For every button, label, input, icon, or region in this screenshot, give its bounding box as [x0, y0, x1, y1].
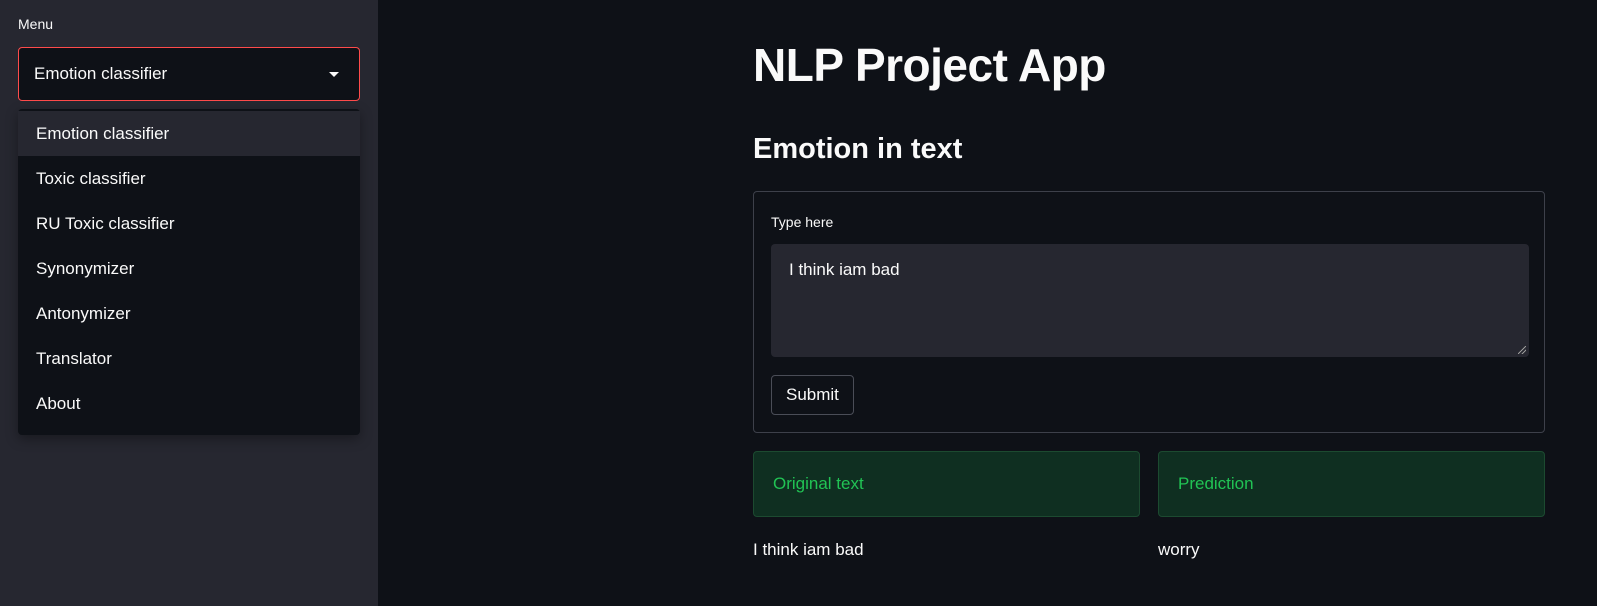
- submit-button[interactable]: Submit: [771, 375, 854, 415]
- original-text-value: I think iam bad: [753, 540, 864, 559]
- sidebar: Menu Emotion classifier Emotion classifi…: [0, 0, 378, 606]
- original-text-header: Original text: [753, 451, 1140, 517]
- text-input-area[interactable]: I think iam bad: [771, 244, 1529, 357]
- menu-select-value: Emotion classifier: [34, 64, 168, 83]
- text-form: Type here I think iam bad Submit: [753, 191, 1545, 433]
- dropdown-option-toxic-classifier[interactable]: Toxic classifier: [18, 156, 360, 201]
- prediction-value: worry: [1158, 540, 1200, 559]
- menu-dropdown: Emotion classifier Toxic classifier RU T…: [18, 109, 360, 435]
- text-input-value: I think iam bad: [789, 260, 900, 279]
- text-field-label: Type here: [771, 214, 834, 230]
- menu-label: Menu: [18, 16, 54, 32]
- section-subheader: Emotion in text: [753, 133, 963, 165]
- chevron-down-icon[interactable]: [329, 72, 339, 77]
- dropdown-option-about[interactable]: About: [18, 381, 360, 426]
- dropdown-option-emotion-classifier[interactable]: Emotion classifier: [18, 111, 360, 156]
- dropdown-option-ru-toxic-classifier[interactable]: RU Toxic classifier: [18, 201, 360, 246]
- dropdown-option-translator[interactable]: Translator: [18, 336, 360, 381]
- dropdown-option-antonymizer[interactable]: Antonymizer: [18, 291, 360, 336]
- dropdown-option-synonymizer[interactable]: Synonymizer: [18, 246, 360, 291]
- menu-select[interactable]: Emotion classifier: [18, 47, 360, 101]
- page-title: NLP Project App: [753, 39, 1106, 91]
- app-root: Menu Emotion classifier Emotion classifi…: [0, 0, 1597, 606]
- prediction-header: Prediction: [1158, 451, 1545, 517]
- resize-handle-icon[interactable]: [1518, 346, 1526, 354]
